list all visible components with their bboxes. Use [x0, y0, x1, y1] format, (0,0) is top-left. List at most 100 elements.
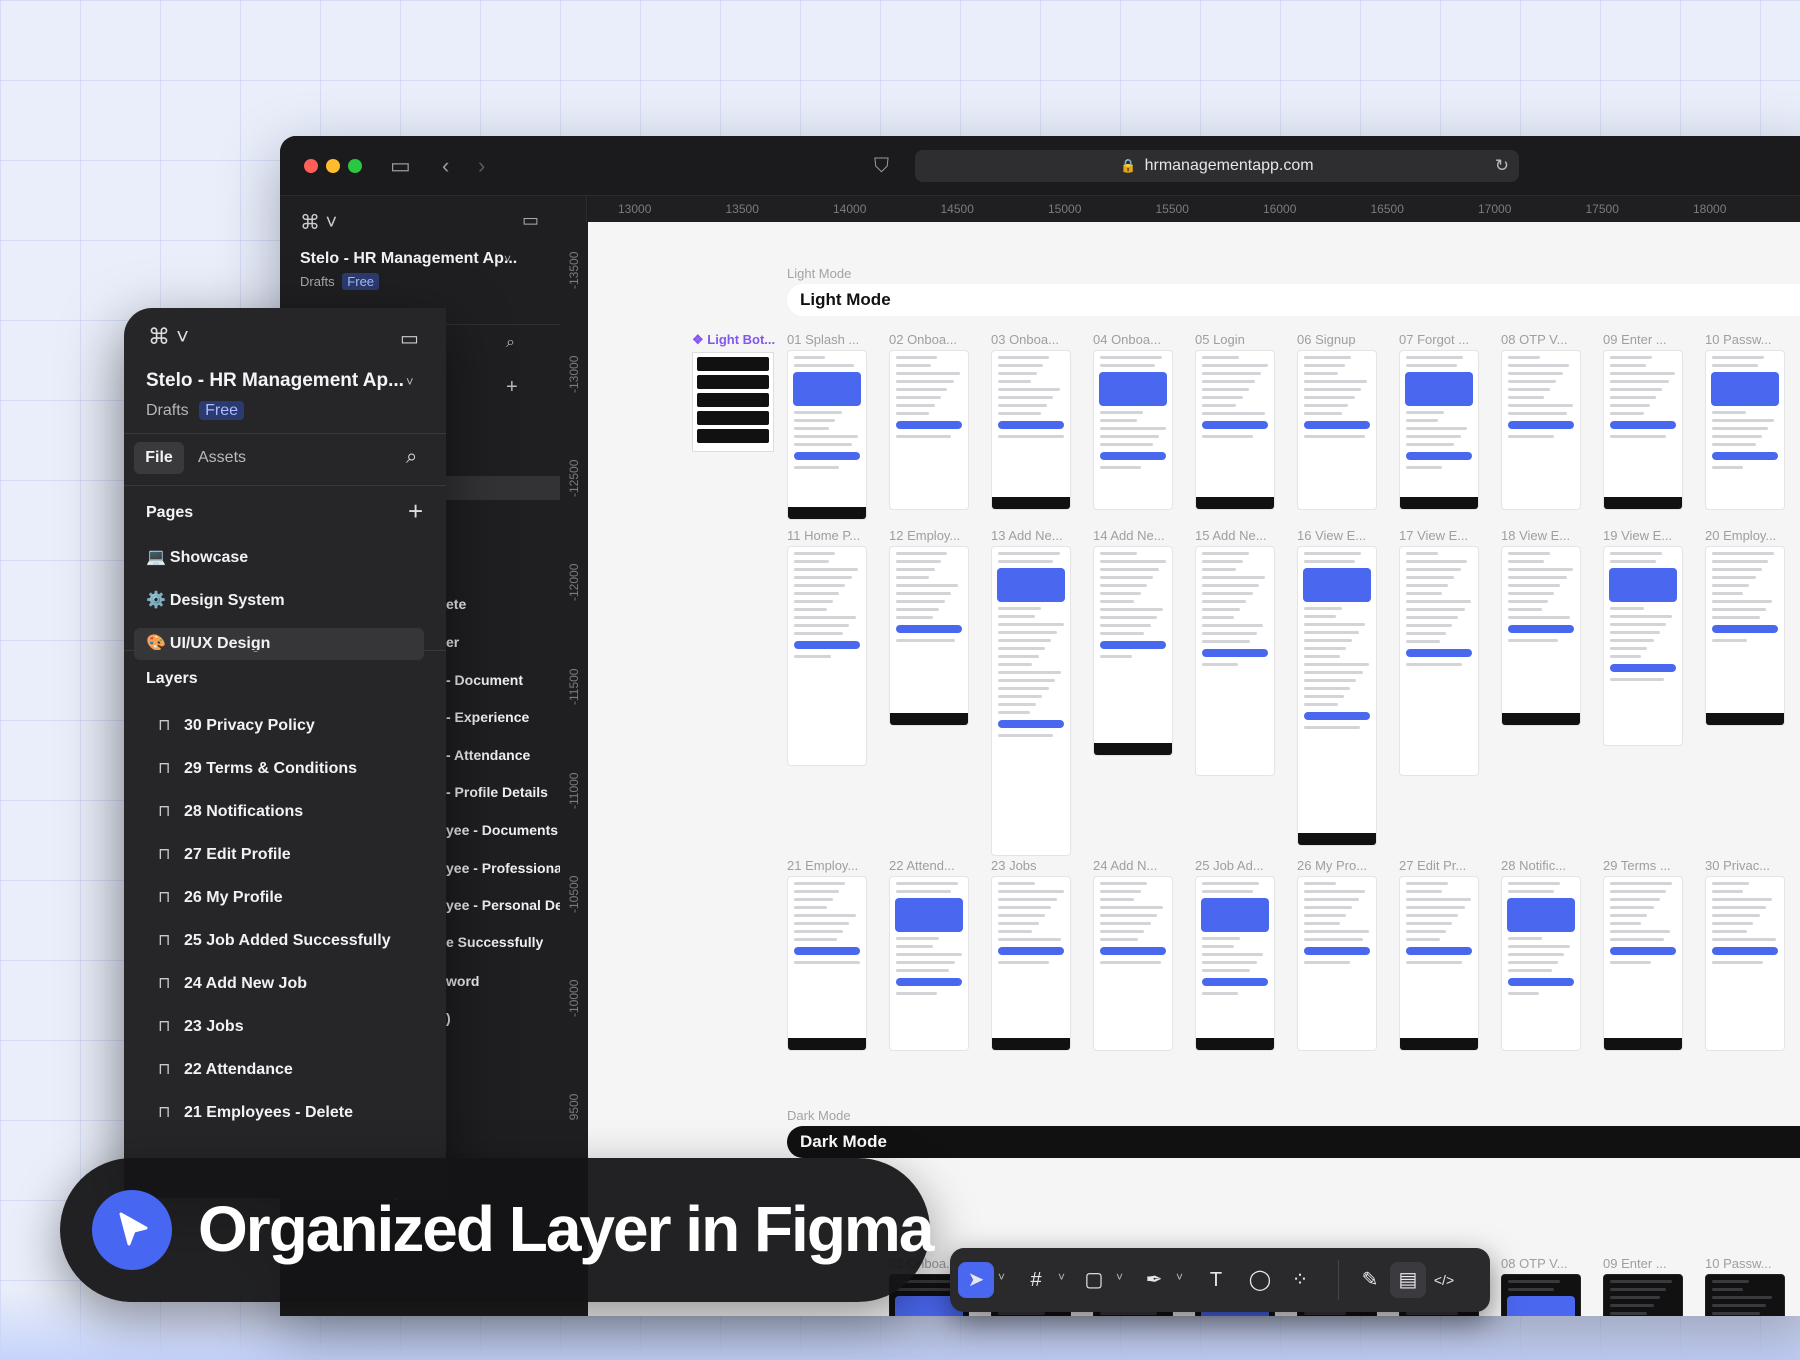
back-file-menu-chevron-icon[interactable]: ˅ — [504, 252, 511, 266]
frame-label[interactable]: 27 Edit Pr... — [1399, 858, 1479, 873]
screen-thumbnail[interactable] — [889, 350, 969, 510]
figma-menu-icon[interactable]: ⌘ ˅ — [300, 210, 337, 235]
move-tool-icon[interactable]: ➤ — [958, 1262, 994, 1298]
layer-item[interactable]: ⊓ 27 Edit Profile — [134, 839, 424, 871]
back-layer-item[interactable]: yee - Personal Deta — [446, 897, 575, 913]
frame-label[interactable]: 10 Passw... — [1705, 332, 1785, 347]
back-layer-item[interactable]: ete — [446, 596, 466, 612]
chevron-down-icon[interactable]: ˅ — [1116, 1270, 1123, 1284]
frame-label[interactable]: 13 Add Ne... — [991, 528, 1071, 543]
close-window-button[interactable] — [304, 159, 318, 173]
back-file-name[interactable]: Stelo - HR Management Ap... — [300, 250, 517, 268]
frame-label[interactable]: 05 Login — [1195, 332, 1275, 347]
screen-thumbnail[interactable] — [787, 876, 867, 1051]
frame-label[interactable]: 14 Add Ne... — [1093, 528, 1173, 543]
layer-item[interactable]: ⊓ 21 Employees - Delete — [134, 1097, 424, 1129]
screen-thumbnail[interactable] — [1501, 876, 1581, 1051]
frame-label[interactable]: 22 Attend... — [889, 858, 969, 873]
frame-label[interactable]: 17 View E... — [1399, 528, 1479, 543]
search-icon[interactable]: ⌕ — [406, 446, 417, 469]
screen-thumbnail[interactable] — [1705, 546, 1785, 726]
layer-item[interactable]: ⊓ 29 Terms & Conditions — [134, 753, 424, 785]
layer-item[interactable]: ⊓ 23 Jobs — [134, 1011, 424, 1043]
layer-item[interactable]: ⊓ 30 Privacy Policy — [134, 710, 424, 742]
chevron-down-icon[interactable]: ˅ — [998, 1270, 1005, 1284]
dark-mode-banner[interactable]: Dark Mode — [787, 1126, 1800, 1158]
frame-label[interactable]: 07 Forgot ... — [1399, 332, 1479, 347]
frame-label[interactable]: 21 Employ... — [787, 858, 867, 873]
forward-arrow-icon[interactable]: › — [478, 152, 485, 180]
frame-label[interactable]: 02 Onboa... — [889, 332, 969, 347]
frame-label[interactable]: 23 Jobs — [991, 858, 1071, 873]
components-tool-icon[interactable]: ⁘ — [1282, 1262, 1318, 1298]
back-layer-item[interactable]: yee - Professional — [446, 860, 566, 876]
page-item[interactable]: 💻 Showcase — [134, 542, 424, 574]
layer-item[interactable]: ⊓ 28 Notifications — [134, 796, 424, 828]
screen-thumbnail[interactable] — [889, 546, 969, 726]
screen-thumbnail[interactable] — [1501, 350, 1581, 510]
screen-thumbnail[interactable] — [1603, 350, 1683, 510]
frame-label[interactable]: 19 View E... — [1603, 528, 1683, 543]
comment-tool-icon[interactable]: ◯ — [1242, 1262, 1278, 1298]
screen-thumbnail[interactable] — [1705, 350, 1785, 510]
screen-thumbnail[interactable] — [991, 350, 1071, 510]
screen-thumbnail[interactable] — [1603, 546, 1683, 746]
back-layer-item[interactable]: - Document — [446, 672, 523, 688]
screen-thumbnail[interactable] — [1501, 1274, 1581, 1316]
design-canvas[interactable]: Light Mode Light Mode ❖ Light Bot... 01 … — [588, 222, 1800, 1316]
layer-item[interactable]: ⊓ 25 Job Added Successfully — [134, 925, 424, 957]
page-item[interactable]: 🎨 UI/UX Design — [134, 628, 424, 660]
file-menu-chevron-icon[interactable]: ˅ — [406, 374, 414, 389]
back-layer-item[interactable]: ) — [446, 1010, 451, 1026]
draw-mode-icon[interactable]: ✎ — [1352, 1262, 1388, 1298]
screen-thumbnail[interactable] — [1705, 1274, 1785, 1316]
shield-icon[interactable]: ⛉ — [874, 152, 889, 180]
page-item[interactable]: ⚙️ Design System — [134, 585, 424, 617]
back-layer-item[interactable]: - Experience — [446, 709, 529, 725]
frame-label[interactable]: 20 Employ... — [1705, 528, 1785, 543]
sidebar-toggle-icon[interactable]: ▭ — [390, 152, 411, 180]
screen-thumbnail[interactable] — [1603, 876, 1683, 1051]
frame-label[interactable]: 25 Job Ad... — [1195, 858, 1275, 873]
bottom-nav-component[interactable] — [692, 352, 774, 452]
screen-thumbnail[interactable] — [1297, 350, 1377, 510]
frame-label[interactable]: 16 View E... — [1297, 528, 1377, 543]
screen-thumbnail[interactable] — [1297, 546, 1377, 846]
back-arrow-icon[interactable]: ‹ — [442, 152, 449, 180]
screen-thumbnail[interactable] — [1195, 546, 1275, 776]
light-mode-banner[interactable]: Light Mode — [787, 284, 1800, 316]
text-tool-icon[interactable]: T — [1198, 1262, 1234, 1298]
back-layer-item[interactable]: e Successfully — [446, 934, 543, 950]
chevron-down-icon[interactable]: ˅ — [1058, 1270, 1065, 1284]
screen-thumbnail[interactable] — [1297, 876, 1377, 1051]
panel-toggle-icon[interactable]: ▭ — [522, 210, 539, 231]
back-layer-item[interactable]: word — [446, 973, 479, 989]
back-layer-item[interactable]: - Profile Details — [446, 784, 548, 800]
frame-label[interactable]: 09 Enter ... — [1603, 332, 1683, 347]
tab-assets[interactable]: Assets — [198, 442, 246, 474]
add-page-icon[interactable]: + — [408, 496, 423, 527]
component-label[interactable]: ❖ Light Bot... — [692, 332, 775, 348]
panel-layout-icon[interactable]: ▭ — [400, 326, 419, 351]
layer-item[interactable]: ⊓ 26 My Profile — [134, 882, 424, 914]
design-mode-icon[interactable]: ▤ — [1390, 1262, 1426, 1298]
frame-label[interactable]: 12 Employ... — [889, 528, 969, 543]
screen-thumbnail[interactable] — [1195, 876, 1275, 1051]
back-add-page-icon[interactable]: + — [506, 376, 518, 399]
back-search-icon[interactable]: ⌕ — [506, 334, 515, 352]
back-layer-item[interactable]: - Attendance — [446, 747, 530, 763]
screen-thumbnail[interactable] — [1093, 350, 1173, 510]
screen-thumbnail[interactable] — [1195, 350, 1275, 510]
tab-file[interactable]: File — [134, 442, 184, 474]
screen-thumbnail[interactable] — [1399, 876, 1479, 1051]
screen-thumbnail[interactable] — [1399, 546, 1479, 776]
frame-label[interactable]: 26 My Pro... — [1297, 858, 1377, 873]
frame-label[interactable]: 03 Onboa... — [991, 332, 1071, 347]
frame-label[interactable]: 01 Splash ... — [787, 332, 867, 347]
frame-label[interactable]: 15 Add Ne... — [1195, 528, 1275, 543]
reload-icon[interactable]: ↻ — [1495, 150, 1509, 182]
screen-thumbnail[interactable] — [1603, 1274, 1683, 1316]
layer-item[interactable]: ⊓ 24 Add New Job — [134, 968, 424, 1000]
layer-item[interactable]: ⊓ 22 Attendance — [134, 1054, 424, 1086]
screen-thumbnail[interactable] — [787, 546, 867, 766]
